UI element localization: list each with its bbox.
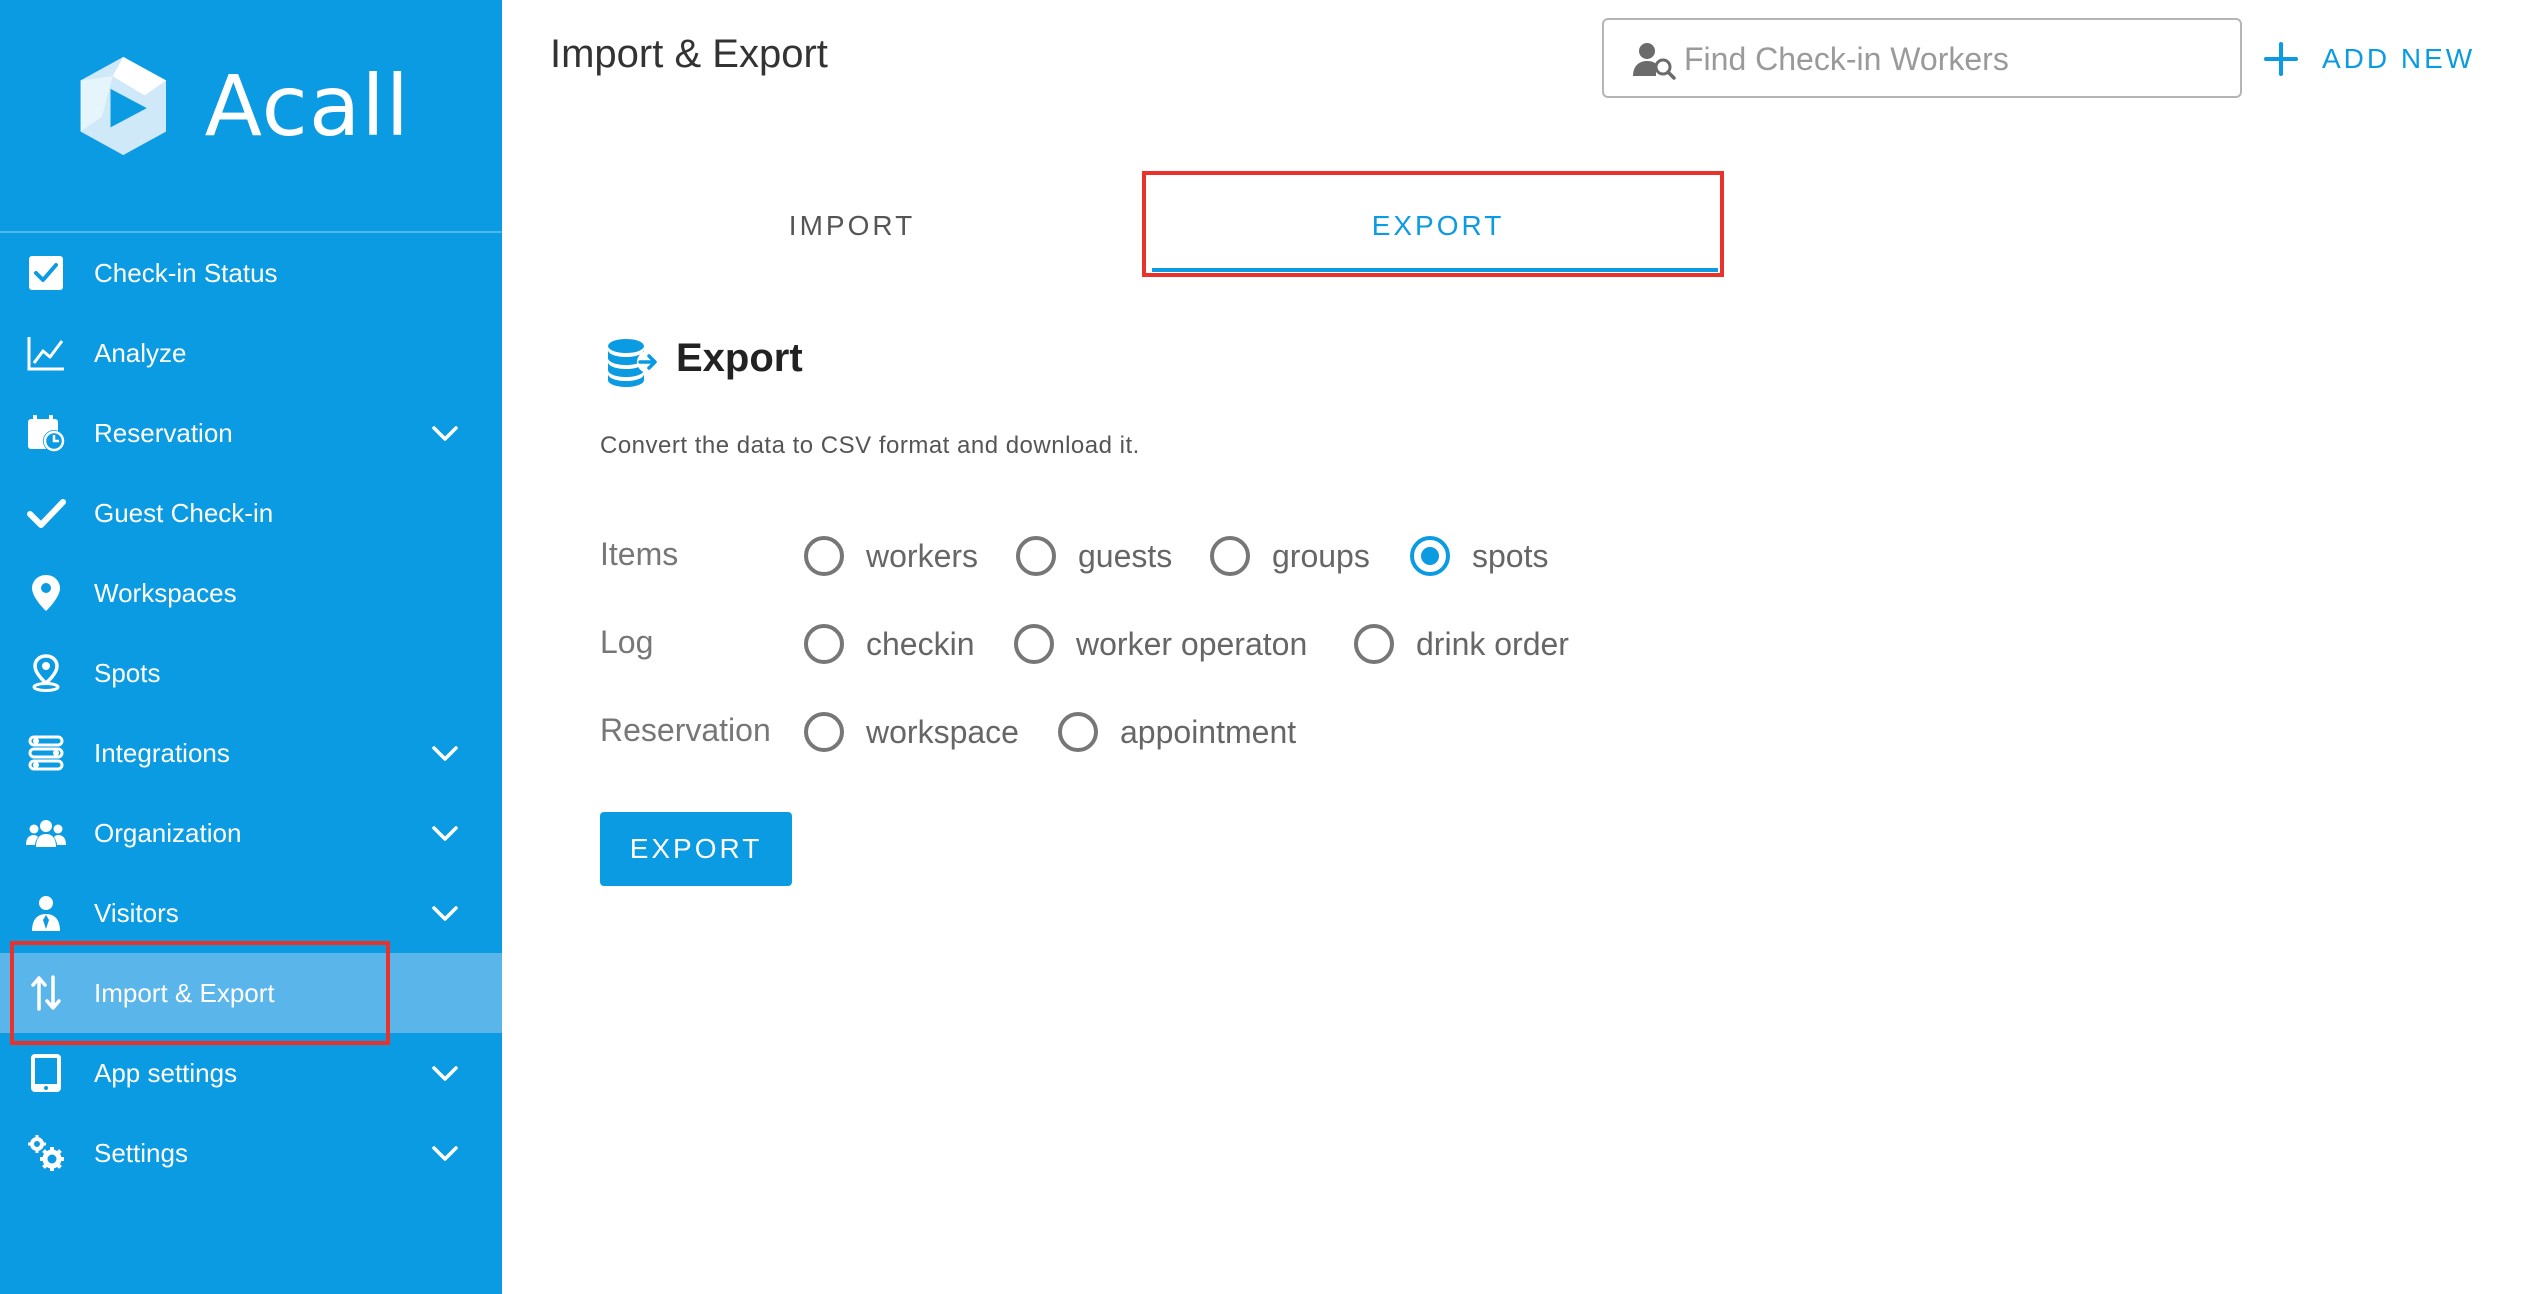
radio-appointment[interactable]: appointment [1058, 712, 1296, 752]
line-chart-icon [26, 333, 66, 373]
chevron-down-icon[interactable] [428, 420, 462, 446]
radio-label: spots [1472, 537, 1549, 574]
sidebar-item-label: Integrations [94, 737, 230, 768]
add-new-label: ADD NEW [2322, 43, 2476, 74]
acall-logo[interactable]: Acall [70, 50, 410, 162]
radio-circle[interactable] [1210, 536, 1250, 576]
sidebar-item-visitors[interactable]: Visitors [0, 873, 502, 953]
sidebar-item-workspaces[interactable]: Workspaces [0, 553, 502, 633]
sidebar-item-app-settings[interactable]: App settings [0, 1033, 502, 1113]
sidebar-item-integrations[interactable]: Integrations [0, 713, 502, 793]
checkmark-icon [26, 493, 66, 533]
sidebar-item-label: App settings [94, 1057, 238, 1088]
sidebar-item-guest-check-in[interactable]: Guest Check-in [0, 473, 502, 553]
chevron-down-icon[interactable] [428, 1060, 462, 1086]
radio-circle[interactable] [804, 536, 844, 576]
radio-workers[interactable]: workers [804, 536, 978, 576]
export-button[interactable]: EXPORT [600, 812, 792, 886]
radio-label: worker operaton [1076, 625, 1308, 662]
sidebar-item-label: Analyze [94, 337, 187, 368]
sidebar-item-label: Settings [94, 1137, 188, 1168]
section-description: Convert the data to CSV format and downl… [600, 432, 1140, 459]
radio-label: workspace [866, 713, 1019, 750]
checkbox-icon [26, 253, 66, 293]
tablet-icon [26, 1053, 66, 1093]
calendar-clock-icon [26, 413, 66, 453]
sidebar-item-label: Reservation [94, 417, 233, 448]
radio-circle[interactable] [1058, 712, 1098, 752]
radio-circle[interactable] [804, 712, 844, 752]
integrations-icon [26, 733, 66, 773]
radio-drink-order[interactable]: drink order [1354, 624, 1569, 664]
database-export-icon [608, 339, 659, 387]
map-pin-icon [26, 573, 66, 613]
sidebar-item-label: Organization [94, 817, 242, 848]
radio-worker-operaton[interactable]: worker operaton [1014, 624, 1307, 664]
chevron-down-icon[interactable] [428, 820, 462, 846]
chevron-down-icon[interactable] [428, 1140, 462, 1166]
radio-label: checkin [866, 625, 975, 662]
sidebar-item-spots[interactable]: Spots [0, 633, 502, 713]
radio-circle[interactable] [1014, 624, 1054, 664]
page-title: Import & Export [550, 32, 828, 76]
visitor-icon [26, 893, 66, 933]
search-box[interactable] [1602, 18, 2242, 98]
tab-import[interactable]: IMPORT [552, 180, 1152, 272]
radio-circle[interactable] [1354, 624, 1394, 664]
radio-circle-checked[interactable] [1410, 536, 1450, 576]
sidebar-item-label: Spots [94, 657, 161, 688]
sidebar-item-label: Workspaces [94, 577, 237, 608]
acall-logo-icon [80, 56, 167, 156]
radio-circle[interactable] [804, 624, 844, 664]
radio-label: drink order [1416, 625, 1569, 662]
active-tab-indicator [1152, 268, 1718, 272]
sidebar: Acall Check-in Status Analyze Reservatio… [0, 0, 502, 1294]
radio-groups[interactable]: groups [1210, 536, 1370, 576]
sidebar-item-label: Guest Check-in [94, 497, 274, 528]
sidebar-item-check-in-status[interactable]: Check-in Status [0, 233, 502, 313]
user-search-icon [1633, 43, 1676, 80]
radio-checkin[interactable]: checkin [804, 624, 975, 664]
chevron-down-icon[interactable] [428, 740, 462, 766]
sidebar-item-import-export[interactable]: Import & Export [0, 953, 502, 1033]
sidebar-item-settings[interactable]: Settings [0, 1113, 502, 1193]
radio-label: workers [866, 537, 979, 574]
search-input[interactable] [1684, 34, 2224, 84]
sidebar-item-label: Check-in Status [94, 257, 278, 288]
location-pin-icon [26, 653, 66, 693]
tab-export[interactable]: EXPORT [1152, 180, 1724, 272]
radio-circle[interactable] [1016, 536, 1056, 576]
chevron-down-icon[interactable] [428, 900, 462, 926]
app-name: Acall [204, 57, 410, 155]
add-new-button[interactable]: ADD NEW [2264, 30, 2475, 88]
import-export-icon [26, 973, 66, 1013]
sidebar-nav: Check-in Status Analyze Reservation Gues… [0, 233, 502, 1193]
radio-workspace[interactable]: workspace [804, 712, 1019, 752]
sidebar-item-reservation[interactable]: Reservation [0, 393, 502, 473]
log-label: Log [600, 624, 654, 660]
reservation-label: Reservation [600, 712, 771, 748]
radio-label: groups [1272, 537, 1370, 574]
items-label: Items [600, 536, 679, 572]
radio-label: appointment [1120, 713, 1297, 750]
sidebar-item-label: Visitors [94, 897, 179, 928]
gears-icon [26, 1133, 66, 1173]
plus-icon [2264, 42, 2298, 76]
radio-label: guests [1078, 537, 1173, 574]
sidebar-item-label: Import & Export [94, 977, 275, 1008]
sidebar-item-analyze[interactable]: Analyze [0, 313, 502, 393]
people-icon [26, 813, 66, 853]
section-title: Export [676, 336, 803, 380]
sidebar-item-organization[interactable]: Organization [0, 793, 502, 873]
radio-spots[interactable]: spots [1410, 536, 1548, 576]
radio-guests[interactable]: guests [1016, 536, 1172, 576]
